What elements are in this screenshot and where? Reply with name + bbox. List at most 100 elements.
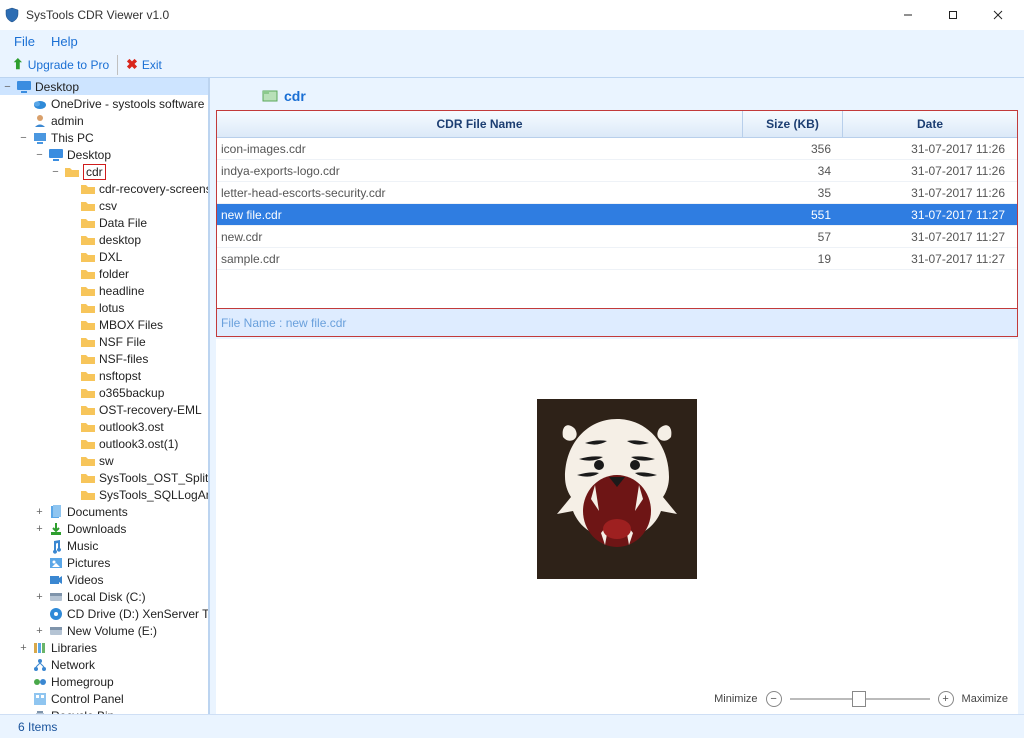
tree-item[interactable]: sw (0, 452, 208, 469)
tree-item-label: o365backup (99, 386, 164, 400)
tree-item[interactable]: NSF File (0, 333, 208, 350)
tree-item[interactable]: o365backup (0, 384, 208, 401)
tree-item[interactable]: +Local Disk (C:) (0, 588, 208, 605)
tree-item[interactable]: headline (0, 282, 208, 299)
menu-file[interactable]: File (6, 34, 43, 49)
tree-item[interactable]: lotus (0, 299, 208, 316)
expander-icon[interactable]: − (18, 132, 29, 143)
expander-spacer (18, 710, 29, 714)
tree-item[interactable]: Control Panel (0, 690, 208, 707)
exit-button[interactable]: ✖ Exit (120, 56, 168, 73)
zoom-slider-thumb[interactable] (852, 691, 866, 707)
expander-spacer (66, 234, 77, 245)
close-button[interactable] (975, 0, 1020, 30)
expander-icon[interactable]: + (34, 591, 45, 602)
tree-item[interactable]: DXL (0, 248, 208, 265)
minimize-button[interactable] (885, 0, 930, 30)
expander-icon[interactable]: − (2, 81, 13, 92)
expander-spacer (66, 489, 77, 500)
tree-item[interactable]: csv (0, 197, 208, 214)
folder-icon (80, 198, 96, 214)
col-date[interactable]: Date (843, 111, 1017, 137)
tree-item[interactable]: +Downloads (0, 520, 208, 537)
cell-date: 31-07-2017 11:26 (839, 164, 1013, 178)
tree-item[interactable]: OneDrive - systools software (0, 95, 208, 112)
zoom-in-button[interactable]: + (938, 691, 954, 707)
zoom-out-button[interactable]: − (766, 691, 782, 707)
zoom-slider[interactable] (790, 698, 930, 700)
tree-item[interactable]: +New Volume (E:) (0, 622, 208, 639)
lib-icon (32, 640, 48, 656)
tree-item[interactable]: Recycle Bin (0, 707, 208, 714)
tree-item[interactable]: − This PC (0, 129, 208, 146)
folder-icon (80, 385, 96, 401)
tree-item[interactable]: SysTools_SQLLogAnalyzer (0, 486, 208, 503)
upgrade-button[interactable]: ⬆ Upgrade to Pro (6, 56, 115, 73)
tree-item[interactable]: Homegroup (0, 673, 208, 690)
exit-label: Exit (142, 58, 162, 72)
file-row[interactable]: indya-exports-logo.cdr3431-07-2017 11:26 (217, 160, 1017, 182)
folder-icon (80, 453, 96, 469)
expander-icon[interactable]: − (50, 166, 61, 177)
toolbar-separator (117, 55, 118, 75)
monitor-icon (16, 79, 32, 95)
folder-tree[interactable]: − Desktop OneDrive - systools software ad… (0, 78, 210, 714)
tree-item[interactable]: −Desktop (0, 146, 208, 163)
cell-name: indya-exports-logo.cdr (221, 164, 739, 178)
menu-help[interactable]: Help (43, 34, 86, 49)
tree-item-label: Network (51, 658, 95, 672)
tree-item[interactable]: nsftopst (0, 367, 208, 384)
tree-item[interactable]: cdr-recovery-screenshot (0, 180, 208, 197)
folder-icon (80, 351, 96, 367)
folder-icon (80, 470, 96, 486)
file-row[interactable]: new file.cdr55131-07-2017 11:27 (217, 204, 1017, 226)
file-row[interactable]: new.cdr5731-07-2017 11:27 (217, 226, 1017, 248)
maximize-button[interactable] (930, 0, 975, 30)
file-row[interactable]: letter-head-escorts-security.cdr3531-07-… (217, 182, 1017, 204)
tree-item-label: nsftopst (99, 369, 141, 383)
tree-item[interactable]: OST-recovery-EML (0, 401, 208, 418)
tree-item[interactable]: admin (0, 112, 208, 129)
file-row[interactable]: icon-images.cdr35631-07-2017 11:26 (217, 138, 1017, 160)
monitor-icon (48, 147, 64, 163)
tree-item[interactable]: outlook3.ost (0, 418, 208, 435)
tree-item[interactable]: outlook3.ost(1) (0, 435, 208, 452)
tree-item[interactable]: desktop (0, 231, 208, 248)
tree-item[interactable]: folder (0, 265, 208, 282)
tree-item[interactable]: −cdr (0, 163, 208, 180)
expander-icon[interactable]: + (34, 506, 45, 517)
tree-item[interactable]: CD Drive (D:) XenServer Tools (0, 605, 208, 622)
expander-icon[interactable]: + (34, 625, 45, 636)
tree-item[interactable]: Pictures (0, 554, 208, 571)
expander-spacer (18, 98, 29, 109)
tree-item-label: Data File (99, 216, 147, 230)
grid-header: CDR File Name Size (KB) Date (217, 111, 1017, 138)
folder-icon (80, 487, 96, 503)
tree-item-label: admin (51, 114, 84, 128)
expander-icon[interactable]: + (34, 523, 45, 534)
tree-item-label: This PC (51, 131, 94, 145)
tree-item[interactable]: MBOX Files (0, 316, 208, 333)
col-name[interactable]: CDR File Name (217, 111, 743, 137)
tree-item[interactable]: Data File (0, 214, 208, 231)
tree-item[interactable]: +Documents (0, 503, 208, 520)
expander-spacer (18, 676, 29, 687)
tree-item[interactable]: +Libraries (0, 639, 208, 656)
file-row[interactable]: sample.cdr1931-07-2017 11:27 (217, 248, 1017, 270)
tree-root-desktop[interactable]: − Desktop (0, 78, 208, 95)
tree-item[interactable]: SysTools_OST_Splitter_2 (0, 469, 208, 486)
tree-item[interactable]: NSF-files (0, 350, 208, 367)
col-size[interactable]: Size (KB) (743, 111, 843, 137)
tree-item-label: CD Drive (D:) XenServer Tools (67, 607, 210, 621)
expander-spacer (34, 557, 45, 568)
tree-item[interactable]: Videos (0, 571, 208, 588)
title-bar: SysTools CDR Viewer v1.0 (0, 0, 1024, 30)
path-folder-name: cdr (284, 88, 306, 104)
expander-icon[interactable]: − (34, 149, 45, 160)
folder-icon (80, 419, 96, 435)
tree-item-label: folder (99, 267, 129, 281)
tree-item-label: csv (99, 199, 117, 213)
tree-item[interactable]: Music (0, 537, 208, 554)
tree-item[interactable]: Network (0, 656, 208, 673)
expander-icon[interactable]: + (18, 642, 29, 653)
